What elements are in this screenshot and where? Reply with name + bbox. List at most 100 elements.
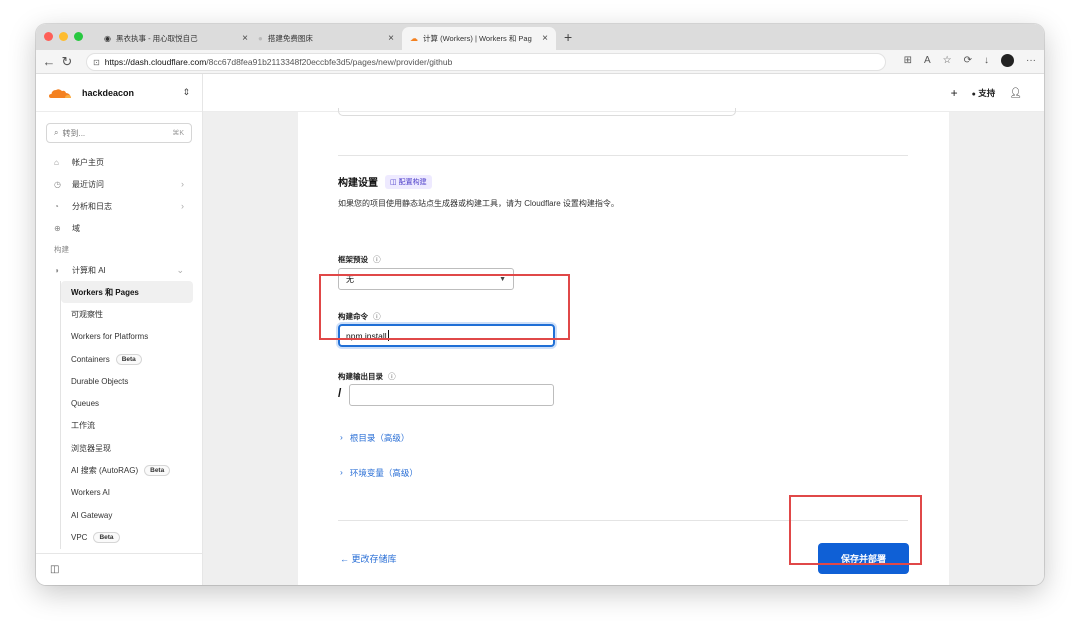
chevron-down-icon: ⌄ [176, 264, 184, 275]
sidebar-item-label: 域 [72, 223, 80, 233]
configure-build-link[interactable]: ◫ 配置构建 [385, 174, 432, 189]
sidebar-item-analytics[interactable]: ◔ 分析和日志 › [36, 195, 202, 217]
search-input[interactable]: ⌕ 转到... ⌘K [46, 123, 192, 143]
close-icon[interactable]: × [542, 33, 548, 44]
sidebar-item-label: Workers for Platforms [71, 332, 149, 342]
doc-icon: ◫ [390, 178, 397, 186]
sidebar-item-label: Workers AI [71, 488, 110, 498]
close-icon[interactable]: × [388, 33, 394, 44]
sidebar-item-queues[interactable]: Queues [61, 392, 193, 414]
sidebar-item-label: Queues [71, 399, 100, 409]
back-arrow-icon[interactable]: ← [40, 54, 58, 69]
change-repository-link[interactable]: ← 更改存储库 [340, 552, 397, 565]
sidebar-item-label: Workers 和 Pages [71, 287, 139, 297]
configure-build-label: 配置构建 [398, 178, 427, 186]
sidebar-item-label: AI 搜索 (AutoRAG) [71, 466, 139, 476]
cloudflare-logo-icon [49, 88, 71, 98]
field-label-text: 构建输出目录 [338, 372, 383, 381]
address-bar: ← ↻ ⊡ https://dash.cloudflare.com /8cc67… [36, 50, 1044, 74]
sidebar-item-label: AI Gateway [71, 510, 113, 520]
url-host: https://dash.cloudflare.com [104, 57, 207, 67]
account-switcher[interactable]: hackdeacon ⇕ [36, 74, 202, 112]
divider [338, 155, 908, 156]
sidebar-section-build: 构建 [54, 244, 69, 254]
profile-avatar[interactable] [1001, 54, 1014, 67]
sidebar-item-workers-pages[interactable]: Workers 和 Pages [61, 281, 193, 304]
output-dir-prefix: / [338, 386, 342, 400]
build-settings-heading: 构建设置 ◫ 配置构建 [338, 174, 432, 189]
tab-title: 黑衣执事 - 用心取悦自己 [115, 34, 198, 43]
clock-icon: ◷ [54, 179, 61, 189]
search-shortcut: ⌘K [172, 130, 184, 137]
home-icon: ⌂ [54, 157, 59, 167]
compute-submenu: Workers 和 Pages 可观察性 Workers for Platfor… [60, 281, 202, 549]
search-placeholder: 转到... [62, 128, 86, 138]
beta-badge: Beta [144, 465, 171, 477]
beta-badge: Beta [115, 353, 142, 365]
search-icon: ⌕ [54, 128, 59, 137]
user-icon[interactable]: 👤︎ [1009, 88, 1022, 99]
new-tab-button[interactable]: + [564, 29, 572, 45]
account-name: hackdeacon [82, 87, 135, 98]
minimize-window-button[interactable] [59, 32, 68, 41]
read-aloud-icon[interactable]: A [924, 55, 931, 66]
sidebar-item-workers-for-platforms[interactable]: Workers for Platforms [61, 326, 193, 348]
chart-icon: ◔ [54, 201, 59, 211]
expander-label: 根目录（高级） [349, 433, 410, 443]
sidebar-item-label: Durable Objects [71, 376, 129, 386]
output-dir-input[interactable] [349, 384, 554, 406]
download-icon[interactable]: ↓ [984, 55, 989, 66]
sidebar-item-ai-search[interactable]: AI 搜索 (AutoRAG) Beta [61, 459, 193, 481]
info-icon[interactable]: ⓘ [388, 372, 396, 381]
globe-icon: ⊕ [54, 223, 61, 233]
chevron-right-icon: › [340, 432, 343, 442]
cloudflare-icon: ☁ [410, 34, 418, 43]
sidebar-footer: ◫ [36, 553, 202, 585]
close-icon[interactable]: × [242, 33, 248, 44]
sidebar-item-durable-objects[interactable]: Durable Objects [61, 370, 193, 392]
browser-tab-2[interactable]: ● 搭建免费图床 × [250, 27, 402, 50]
sidebar-item-label: Containers [71, 354, 110, 364]
expander-label: 环境变量（高级） [349, 468, 418, 478]
extension-icon[interactable]: ⟳ [964, 55, 972, 66]
sidebar-item-vpc[interactable]: VPC Beta [61, 526, 193, 548]
env-variables-toggle[interactable]: › 环境变量（高级） [340, 467, 418, 479]
section-title: 构建设置 [338, 178, 378, 189]
add-button[interactable]: + [951, 86, 958, 100]
more-icon[interactable]: ··· [1026, 55, 1036, 66]
support-menu[interactable]: ● 支持 [972, 87, 996, 99]
star-icon[interactable]: ☆ [943, 55, 952, 66]
chevron-updown-icon: ⇕ [182, 87, 190, 97]
beta-badge: Beta [93, 531, 120, 543]
chevron-right-icon: › [340, 467, 343, 477]
support-label: 支持 [978, 88, 996, 98]
browser-tab-1[interactable]: ◉ 黑衣执事 - 用心取悦自己 × [96, 27, 256, 50]
sidebar-item-home[interactable]: ⌂ 帐户主页 [36, 151, 202, 173]
sidebar-item-domains[interactable]: ⊕ 域 [36, 217, 202, 239]
sidebar-item-observability[interactable]: 可观察性 [61, 303, 193, 325]
sidebar-item-browser-rendering[interactable]: 浏览器呈现 [61, 437, 193, 459]
sidebar: hackdeacon ⇕ ⌕ 转到... ⌘K ⌂ 帐户主页 ◷ 最近访问 › … [36, 74, 203, 585]
grid-icon[interactable]: ⊞ [904, 55, 912, 66]
sidebar-item-containers[interactable]: Containers Beta [61, 348, 193, 370]
collapse-sidebar-icon[interactable]: ◫ [50, 564, 59, 575]
site-info-icon[interactable]: ⊡ [93, 58, 100, 67]
help-icon: ● [971, 91, 976, 98]
sidebar-item-label: 帐户主页 [72, 157, 104, 167]
root-directory-toggle[interactable]: › 根目录（高级） [340, 432, 409, 444]
url-field[interactable]: ⊡ https://dash.cloudflare.com /8cc67d8fe… [86, 53, 886, 71]
sidebar-item-compute[interactable]: ◑ 计算和 AI ⌄ [36, 259, 202, 281]
window-controls [44, 32, 83, 41]
info-icon[interactable]: ⓘ [373, 255, 381, 264]
sidebar-item-ai-gateway[interactable]: AI Gateway [61, 504, 193, 526]
sidebar-item-workers-ai[interactable]: Workers AI [61, 482, 193, 504]
tab-title: 搭建免费图床 [267, 34, 313, 43]
sidebar-item-recent[interactable]: ◷ 最近访问 › [36, 173, 202, 195]
reload-icon[interactable]: ↻ [58, 54, 76, 70]
output-dir-label: 构建输出目录 ⓘ [338, 371, 396, 382]
browser-tab-3[interactable]: ☁ 计算 (Workers) | Workers 和 Pag × [402, 27, 556, 50]
previous-field-edge [338, 108, 736, 116]
close-window-button[interactable] [44, 32, 53, 41]
sidebar-item-workflows[interactable]: 工作流 [61, 415, 193, 437]
maximize-window-button[interactable] [74, 32, 83, 41]
